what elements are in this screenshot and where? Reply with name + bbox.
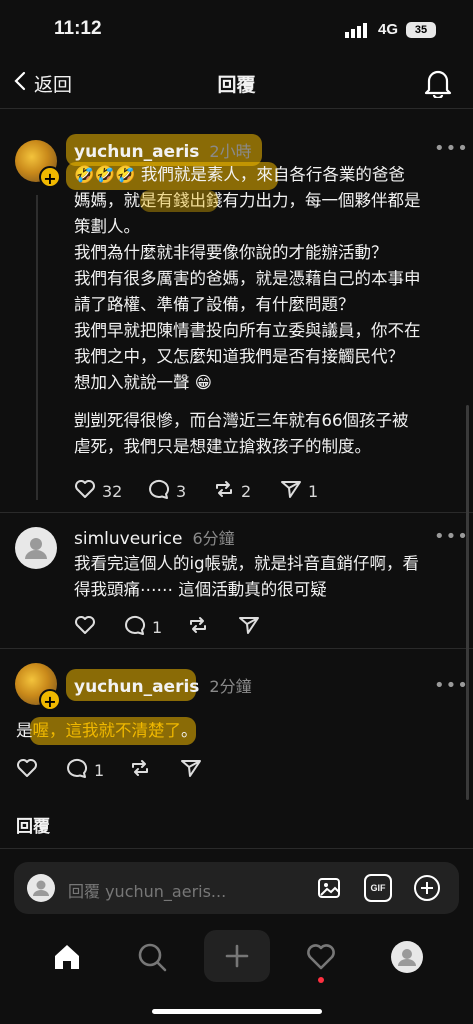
share-count: 1 (308, 481, 319, 501)
comment-count: 3 (176, 481, 187, 501)
send-icon (180, 758, 202, 782)
back-button[interactable]: 返回 (14, 70, 72, 97)
send-icon (238, 615, 260, 639)
repost-count: 2 (241, 481, 252, 501)
username[interactable]: yuchun_aeris (74, 142, 199, 162)
add-circle-icon[interactable] (413, 874, 441, 906)
create-button[interactable] (204, 930, 270, 982)
post-divider (0, 648, 473, 649)
compose-divider (0, 848, 473, 849)
post-time: 2小時 (209, 142, 252, 161)
heart-icon[interactable] (306, 942, 336, 972)
bell-icon[interactable] (424, 68, 452, 102)
follow-plus-icon[interactable]: + (39, 689, 61, 711)
home-icon[interactable] (52, 942, 82, 972)
profile-avatar[interactable] (391, 941, 423, 973)
more-options-icon[interactable]: ••• (434, 526, 469, 547)
repost-icon (187, 615, 209, 639)
header-divider (0, 108, 473, 109)
emoji-text: 🤣🤣🤣 (74, 165, 136, 184)
reply-section-label: 回覆 (16, 817, 50, 837)
home-indicator (152, 1009, 322, 1014)
heart-icon (16, 758, 38, 782)
username[interactable]: yuchun_aeris (74, 677, 199, 697)
search-icon[interactable] (137, 942, 167, 972)
share-button[interactable] (238, 615, 260, 639)
like-count: 32 (102, 481, 123, 501)
post-body: 是喔，這我就不清楚了。 (16, 721, 198, 740)
heart-icon (74, 479, 96, 503)
comment-button[interactable]: 1 (124, 615, 162, 639)
comment-count: 1 (152, 617, 163, 637)
highlight-mark (140, 190, 218, 212)
status-time: 11:12 (54, 18, 102, 39)
post-divider (0, 512, 473, 513)
chevron-left-icon (14, 71, 26, 96)
share-button[interactable]: 1 (280, 479, 318, 503)
post-body: 我看完這個人的ig帳號，就是抖音直銷仔啊，看 得我頭痛⋯⋯ 這個活動真的很可疑 (74, 554, 420, 599)
send-icon (280, 479, 302, 503)
post-body: 🤣🤣🤣 我們就是素人，來自各行各業的爸爸 媽媽，就是有錢出錢有力出力，每一個夥伴… (74, 165, 421, 456)
battery-indicator: 35 (406, 22, 436, 38)
comment-icon (148, 479, 170, 503)
comment-icon (124, 615, 146, 639)
like-button[interactable]: 32 (74, 479, 122, 503)
scrollbar[interactable] (466, 405, 469, 800)
more-options-icon[interactable]: ••• (434, 675, 469, 696)
gif-icon[interactable]: GIF (364, 874, 392, 902)
back-label: 返回 (34, 74, 73, 96)
like-button[interactable] (16, 758, 38, 782)
image-icon[interactable] (316, 874, 344, 906)
more-options-icon[interactable]: ••• (434, 138, 469, 159)
network-label: 4G (378, 21, 399, 38)
repost-button[interactable]: 2 (213, 479, 251, 503)
thread-line (36, 195, 38, 500)
signal-icon (345, 22, 371, 42)
repost-icon (129, 758, 151, 782)
comment-icon (66, 758, 88, 782)
comment-count: 1 (94, 760, 105, 780)
repost-button[interactable] (129, 758, 151, 782)
repost-icon (213, 479, 235, 503)
avatar[interactable] (15, 527, 57, 569)
comment-button[interactable]: 1 (66, 758, 104, 782)
follow-plus-icon[interactable]: + (39, 166, 61, 188)
notification-dot (318, 977, 324, 983)
share-button[interactable] (180, 758, 202, 782)
username[interactable]: simluveurice (74, 529, 182, 549)
post-time: 2分鐘 (209, 677, 252, 696)
reply-input[interactable]: 回覆 yuchun_aeris... (68, 878, 226, 902)
repost-button[interactable] (187, 615, 209, 639)
heart-icon (74, 615, 96, 639)
avatar (27, 874, 55, 902)
comment-button[interactable]: 3 (148, 479, 186, 503)
like-button[interactable] (74, 615, 96, 639)
post-time: 6分鐘 (192, 529, 235, 548)
plus-icon (225, 944, 249, 968)
